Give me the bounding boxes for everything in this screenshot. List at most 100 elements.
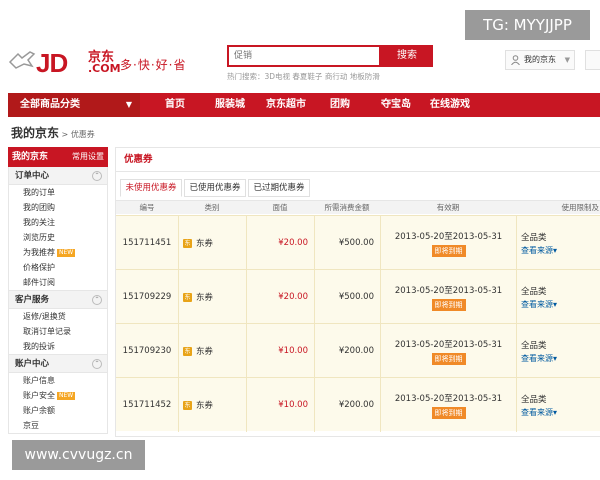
coupon-type: 东东券 bbox=[178, 378, 246, 432]
limit-scope: 全品类 bbox=[521, 394, 547, 405]
coupon-value: ¥10.00 bbox=[246, 324, 314, 378]
view-source-link[interactable]: 查看来源▾ bbox=[521, 353, 557, 364]
coupon-valid: 2013-05-20至2013-05-31 即将到期 bbox=[380, 378, 516, 432]
coupon-value: ¥10.00 bbox=[246, 378, 314, 432]
sidebar-settings-link[interactable]: 常用设置 bbox=[72, 147, 104, 167]
sidebar-header-title[interactable]: 我的京东 bbox=[12, 152, 48, 162]
nav-item-home[interactable]: 首页 bbox=[165, 93, 185, 117]
breadcrumb-title[interactable]: 我的京东 bbox=[11, 126, 59, 140]
sidebar-item-jingdou[interactable]: 京豆 bbox=[9, 418, 107, 433]
breadcrumb-current: 优惠券 bbox=[70, 130, 95, 139]
my-jd-dropdown[interactable]: 我的京东 ▼ bbox=[505, 50, 575, 70]
caret-down-icon: ▾ bbox=[553, 299, 558, 309]
coupon-id: 151711451 bbox=[122, 238, 172, 248]
watermark-tg: TG: MYYJJPP bbox=[465, 10, 590, 40]
nav-item-supermarket[interactable]: 京东超市 bbox=[266, 93, 306, 117]
sidebar-item-my-groupbuy[interactable]: 我的团购 bbox=[9, 200, 107, 215]
tab-used[interactable]: 已使用优惠券 bbox=[184, 179, 246, 197]
table-row: 151709230 东东券 ¥10.00 ¥200.00 2013-05-20至… bbox=[116, 323, 600, 378]
chevron-down-icon: ▼ bbox=[125, 100, 132, 109]
view-source-link[interactable]: 查看来源▾ bbox=[521, 245, 557, 256]
dong-coupon-icon: 东 bbox=[183, 400, 192, 410]
nav-item-groupbuy[interactable]: 团购 bbox=[330, 93, 350, 117]
sidebar-section-title[interactable]: 账户中心 ⌃ bbox=[9, 355, 107, 373]
caret-down-icon: ▾ bbox=[553, 353, 558, 363]
sidebar-item-my-follows[interactable]: 我的关注 bbox=[9, 215, 107, 230]
nav-item-treasure[interactable]: 夺宝岛 bbox=[381, 93, 411, 117]
sidebar-item-account-info[interactable]: 账户信息 bbox=[9, 373, 107, 388]
sidebar-section-account: 账户中心 ⌃ 账户信息 账户安全 NEW 账户余额 京豆 bbox=[8, 355, 108, 434]
sidebar-section-title[interactable]: 客户服务 ⌃ bbox=[9, 291, 107, 309]
expiring-badge: 即将到期 bbox=[431, 406, 466, 419]
coupon-type-text: 东券 bbox=[196, 347, 214, 357]
section-title-text: 客户服务 bbox=[15, 295, 50, 305]
sidebar-item-price-protect[interactable]: 价格保护 bbox=[9, 260, 107, 275]
sidebar-item-recommend[interactable]: 为我推荐 NEW bbox=[9, 245, 107, 260]
coupon-min-spend: ¥200.00 bbox=[314, 324, 380, 378]
coupon-id: 151711452 bbox=[122, 400, 172, 410]
nav-item-clothing[interactable]: 服装城 bbox=[215, 93, 245, 117]
sidebar-item-mail-sub[interactable]: 邮件订阅 bbox=[9, 275, 107, 290]
coupon-valid: 2013-05-20至2013-05-31 即将到期 bbox=[380, 216, 516, 270]
col-value: 面值 bbox=[272, 203, 288, 212]
coupon-limit: 全品类 查看来源▾ bbox=[516, 270, 600, 324]
view-source-link[interactable]: 查看来源▾ bbox=[521, 299, 557, 310]
coupon-type: 东东券 bbox=[178, 216, 246, 270]
coupon-value: ¥20.00 bbox=[246, 270, 314, 324]
cart-button[interactable] bbox=[585, 50, 600, 70]
view-source-text: 查看来源 bbox=[521, 407, 553, 417]
sidebar-section-orders: 订单中心 ⌃ 我的订单 我的团购 我的关注 浏览历史 为我推荐 NEW 价格保护 … bbox=[8, 167, 108, 291]
coupon-limit: 全品类 查看来源▾ bbox=[516, 324, 600, 378]
sidebar-item-cancelled[interactable]: 取消订单记录 bbox=[9, 324, 107, 339]
dong-coupon-icon: 东 bbox=[183, 292, 192, 302]
expiring-badge: 即将到期 bbox=[431, 298, 466, 311]
coupon-type-text: 东券 bbox=[196, 293, 214, 303]
valid-range: 2013-05-20至2013-05-31 bbox=[394, 231, 503, 242]
sidebar-section-service: 客户服务 ⌃ 返修/退换货 取消订单记录 我的投诉 bbox=[8, 291, 108, 355]
sidebar-item-balance[interactable]: 账户余额 bbox=[9, 403, 107, 418]
coupon-panel: 优惠券 未使用优惠券 已使用优惠券 已过期优惠券 编号 类别 面值 所需消费金额… bbox=[115, 147, 600, 437]
valid-range: 2013-05-20至2013-05-31 bbox=[394, 339, 503, 350]
col-type: 类别 bbox=[204, 203, 220, 212]
sidebar-item-account-security[interactable]: 账户安全 NEW bbox=[9, 388, 107, 403]
user-icon bbox=[511, 55, 520, 65]
coupon-id: 151709229 bbox=[122, 292, 172, 302]
slogan: 多·快·好·省 bbox=[120, 58, 187, 72]
main-nav: 全部商品分类 ▼ 首页 服装城 京东超市 团购 夺宝岛 在线游戏 bbox=[8, 93, 600, 117]
table-row: 151711451 东东券 ¥20.00 ¥500.00 2013-05-20至… bbox=[116, 215, 600, 270]
jd-logo[interactable]: JD 京东 .COM bbox=[6, 42, 121, 82]
view-source-text: 查看来源 bbox=[521, 245, 553, 255]
coupon-min-spend: ¥500.00 bbox=[314, 216, 380, 270]
all-categories-button[interactable]: 全部商品分类 ▼ bbox=[8, 93, 140, 117]
dong-coupon-icon: 东 bbox=[183, 346, 192, 356]
coupon-id: 151709230 bbox=[122, 346, 172, 356]
sidebar-item-history[interactable]: 浏览历史 bbox=[9, 230, 107, 245]
jd-dog-icon bbox=[8, 51, 36, 69]
search-input[interactable] bbox=[229, 47, 379, 65]
sidebar-item-complaints[interactable]: 我的投诉 bbox=[9, 339, 107, 354]
section-title-text: 账户中心 bbox=[15, 359, 50, 369]
search-box bbox=[227, 45, 381, 67]
search-button[interactable]: 搜索 bbox=[381, 45, 433, 67]
watermark-url: www.cvvugz.cn bbox=[12, 440, 145, 470]
hot-searches[interactable]: 热门搜索：3D电视 春夏鞋子 商行动 地板防滑 bbox=[227, 71, 380, 82]
sidebar-section-title[interactable]: 订单中心 ⌃ bbox=[9, 167, 107, 185]
tab-expired[interactable]: 已过期优惠券 bbox=[248, 179, 310, 197]
expiring-badge: 即将到期 bbox=[431, 352, 466, 365]
view-source-link[interactable]: 查看来源▾ bbox=[521, 407, 557, 418]
coupon-limit: 全品类查看来源▾ bbox=[516, 378, 600, 432]
collapse-icon[interactable]: ⌃ bbox=[92, 171, 102, 181]
coupon-valid: 2013-05-20至2013-05-31 即将到期 bbox=[380, 270, 516, 324]
breadcrumb: 我的京东 > 优惠券 bbox=[11, 124, 95, 141]
nav-item-games[interactable]: 在线游戏 bbox=[430, 93, 470, 117]
logo-jd-text: JD bbox=[36, 48, 68, 78]
collapse-icon[interactable]: ⌃ bbox=[92, 295, 102, 305]
tab-unused[interactable]: 未使用优惠券 bbox=[120, 179, 182, 197]
sidebar-item-returns[interactable]: 返修/退换货 bbox=[9, 309, 107, 324]
caret-down-icon: ▾ bbox=[553, 245, 558, 255]
coupon-type-text: 东券 bbox=[196, 239, 214, 249]
valid-range: 2013-05-20至2013-05-31 bbox=[394, 285, 503, 296]
sidebar: 我的京东 常用设置 订单中心 ⌃ 我的订单 我的团购 我的关注 浏览历史 为我推… bbox=[8, 147, 108, 447]
collapse-icon[interactable]: ⌃ bbox=[92, 359, 102, 369]
sidebar-item-my-orders[interactable]: 我的订单 bbox=[9, 185, 107, 200]
